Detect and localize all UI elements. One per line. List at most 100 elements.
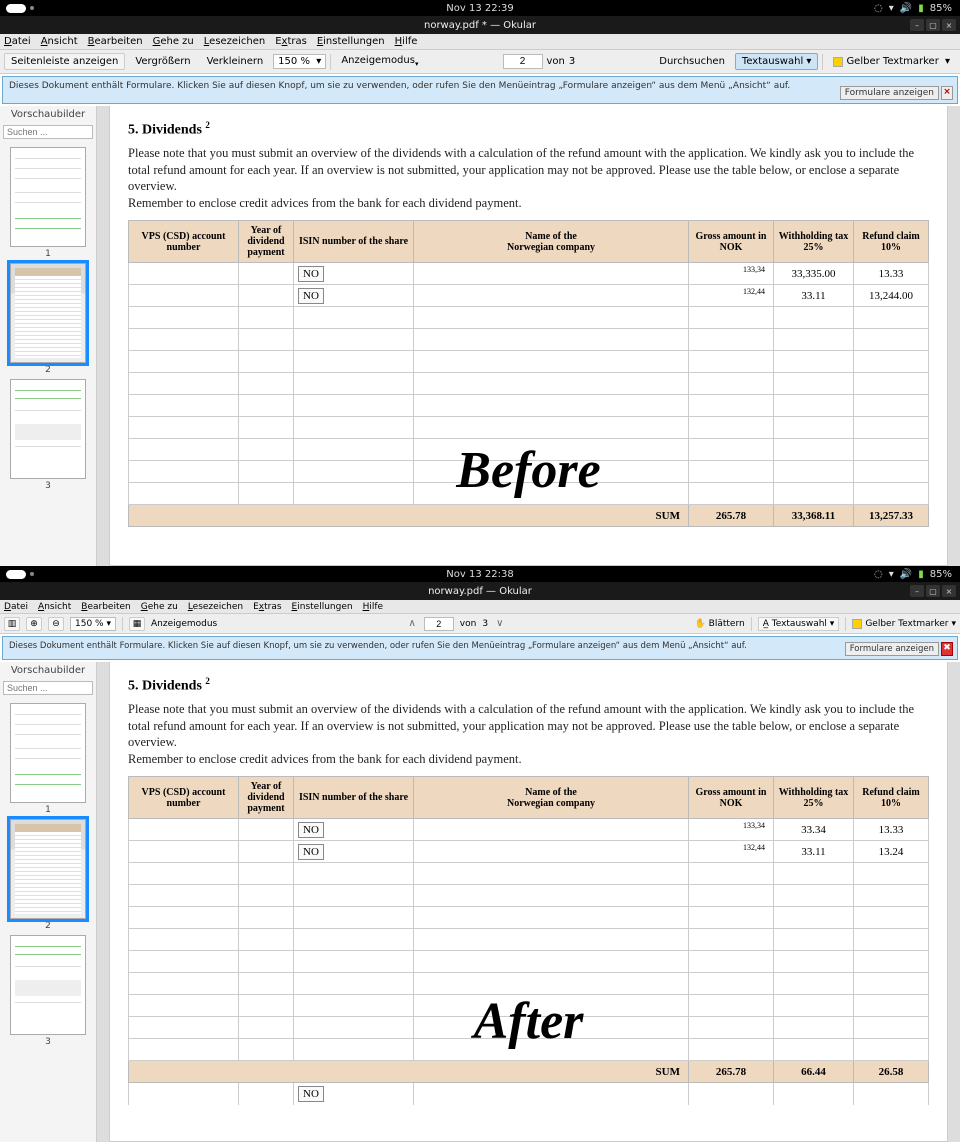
- sidebar-toggle-icon[interactable]: ▥: [4, 617, 20, 631]
- table-row: [129, 885, 929, 907]
- section-paragraph: Please note that you must submit an over…: [128, 145, 929, 213]
- banner-close-button[interactable]: ✖: [941, 642, 953, 656]
- page-prev-button[interactable]: ∧: [406, 618, 417, 629]
- sidebar-search-input[interactable]: [3, 681, 93, 695]
- system-bar: Nov 13 22:38 ◌ ▾ 🔊 ▮ 85%: [0, 566, 960, 582]
- thumbnail-2[interactable]: [10, 263, 86, 363]
- table-row: [129, 907, 929, 929]
- th-with: Withholding tax 25%: [774, 221, 854, 263]
- thumbnail-1[interactable]: [10, 147, 86, 247]
- show-forms-button[interactable]: Formulare anzeigen: [840, 86, 939, 100]
- menu-bearbeiten[interactable]: Bearbeiten: [81, 602, 130, 612]
- menu-hilfe[interactable]: Hilfe: [395, 36, 418, 47]
- thumbnail-3[interactable]: [10, 379, 86, 479]
- menu-datei[interactable]: Datei: [4, 36, 31, 47]
- wifi-icon: ▾: [889, 3, 894, 14]
- zoom-select[interactable]: 150 % ▾: [70, 617, 116, 631]
- thumbnail-2[interactable]: [10, 819, 86, 919]
- page-next-button[interactable]: ∨: [494, 618, 505, 629]
- menu-bearbeiten[interactable]: Bearbeiten: [88, 36, 143, 47]
- menu-extras[interactable]: Extras: [275, 36, 307, 47]
- menu-datei[interactable]: Datei: [4, 602, 28, 612]
- th-name: Name of theNorwegian company: [414, 777, 689, 819]
- wifi-icon: ▾: [889, 569, 894, 580]
- table-row: NO132,4433.1113,244.00: [129, 285, 929, 307]
- menu-gehe[interactable]: Gehe zu: [141, 602, 178, 612]
- browse-tool-button[interactable]: ✋ Blättern: [695, 619, 745, 629]
- battery-pct: 85%: [930, 569, 952, 580]
- document-viewport[interactable]: 5. Dividends 2 Please note that you must…: [97, 106, 960, 566]
- th-gross: Gross amount in NOK: [689, 221, 774, 263]
- th-vps: VPS (CSD) account number: [129, 221, 239, 263]
- document-viewport[interactable]: 5. Dividends 2 Please note that you must…: [97, 662, 960, 1142]
- th-ref: Refund claim 10%: [854, 221, 929, 263]
- dividends-table: VPS (CSD) account number Year of dividen…: [128, 220, 929, 527]
- menu-extras[interactable]: Extras: [253, 602, 281, 612]
- view-mode-icon[interactable]: ▦: [129, 617, 145, 631]
- table-sum-row: SUM265.7833,368.1113,257.33: [129, 505, 929, 527]
- activities-pill[interactable]: [6, 4, 26, 13]
- menu-ansicht[interactable]: Ansicht: [41, 36, 78, 47]
- zoom-out-icon[interactable]: ⊖: [48, 617, 64, 631]
- table-row: [129, 1039, 929, 1061]
- zoom-out-button[interactable]: Verkleinern: [201, 54, 270, 69]
- browse-tool-button[interactable]: Durchsuchen: [653, 54, 731, 69]
- th-name: Name of theNorwegian company: [414, 221, 689, 263]
- maximize-button[interactable]: ▢: [926, 19, 940, 31]
- window-title: norway.pdf — Okular: [428, 586, 532, 597]
- view-mode-label[interactable]: Anzeigemodus: [151, 619, 217, 629]
- window-title: norway.pdf * — Okular: [424, 20, 536, 31]
- menu-ansicht[interactable]: Ansicht: [38, 602, 71, 612]
- thumbnail-sidebar: Vorschaubilder 1 2 3: [0, 662, 97, 1142]
- menu-gehe[interactable]: Gehe zu: [153, 36, 194, 47]
- highlighter-icon: [852, 619, 862, 629]
- minimize-button[interactable]: –: [910, 585, 924, 597]
- text-select-tool-button[interactable]: Textauswahl ▾: [735, 53, 819, 70]
- clock: Nov 13 22:39: [446, 3, 513, 14]
- menu-hilfe[interactable]: Hilfe: [363, 602, 384, 612]
- pdf-page: 5. Dividends 2 Please note that you must…: [109, 662, 948, 1142]
- menu-lesezeichen[interactable]: Lesezeichen: [204, 36, 265, 47]
- maximize-button[interactable]: ▢: [926, 585, 940, 597]
- menu-einstellungen[interactable]: Einstellungen: [317, 36, 385, 47]
- th-year: Year of dividend payment: [239, 777, 294, 819]
- close-button[interactable]: ×: [942, 19, 956, 31]
- table-row: [129, 439, 929, 461]
- zoom-select[interactable]: 150 % ▾: [273, 54, 326, 69]
- menu-lesezeichen[interactable]: Lesezeichen: [188, 602, 243, 612]
- section-heading: 5. Dividends 2: [128, 676, 929, 695]
- show-forms-button[interactable]: Formulare anzeigen: [845, 642, 939, 656]
- page-input[interactable]: [424, 617, 454, 631]
- activities-pill[interactable]: [6, 570, 26, 579]
- text-select-tool-button[interactable]: A̲ Textauswahl ▾: [758, 617, 840, 631]
- table-row: [129, 951, 929, 973]
- table-sum-row: SUM265.7866.4426.58: [129, 1061, 929, 1083]
- zoom-in-icon[interactable]: ⊕: [26, 617, 42, 631]
- battery-pct: 85%: [930, 3, 952, 14]
- page-total: 3: [482, 619, 488, 629]
- status-dim-icon: ◌: [874, 3, 883, 14]
- table-row: [129, 483, 929, 505]
- menu-einstellungen[interactable]: Einstellungen: [292, 602, 353, 612]
- banner-close-button[interactable]: ×: [941, 86, 953, 100]
- highlighter-button[interactable]: Gelber Textmarker ▾: [827, 54, 956, 69]
- sidebar-search-input[interactable]: [3, 125, 93, 139]
- pdf-page: 5. Dividends 2 Please note that you must…: [109, 106, 948, 566]
- thumbnail-3[interactable]: [10, 935, 86, 1035]
- table-row: NO132,4433.1113.24: [129, 841, 929, 863]
- minimize-button[interactable]: –: [910, 19, 924, 31]
- th-ref: Refund claim 10%: [854, 777, 929, 819]
- zoom-in-button[interactable]: Vergrößern: [129, 54, 196, 69]
- table-row: [129, 461, 929, 483]
- thumbnail-1[interactable]: [10, 703, 86, 803]
- highlighter-icon: [833, 57, 843, 67]
- table-row: [129, 973, 929, 995]
- form-info-banner: Dieses Dokument enthält Formulare. Klick…: [2, 636, 958, 660]
- page-input[interactable]: [503, 54, 543, 69]
- close-button[interactable]: ×: [942, 585, 956, 597]
- th-vps: VPS (CSD) account number: [129, 777, 239, 819]
- view-mode-button[interactable]: Anzeigemodus▾: [335, 53, 424, 70]
- toggle-sidebar-button[interactable]: Seitenleiste anzeigen: [4, 53, 125, 70]
- th-gross: Gross amount in NOK: [689, 777, 774, 819]
- highlighter-button[interactable]: Gelber Textmarker ▾: [852, 619, 956, 629]
